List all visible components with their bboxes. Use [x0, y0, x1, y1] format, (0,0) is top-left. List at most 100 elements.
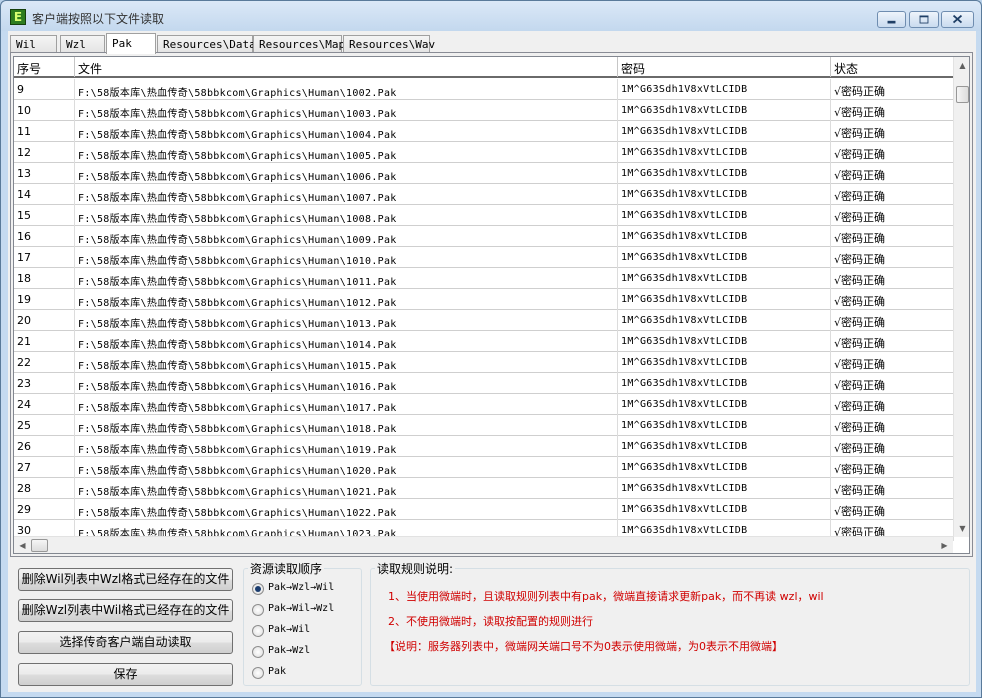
- row-index-cell: 17: [14, 247, 75, 268]
- row-status-cell: √密码正确: [831, 478, 954, 499]
- maximize-button[interactable]: [909, 11, 939, 28]
- table-row[interactable]: 20 F:\58版本库\热血传奇\58bbkcom\Graphics\Human\…: [14, 310, 954, 331]
- minimize-icon: [887, 20, 896, 24]
- minimize-button[interactable]: [877, 11, 906, 28]
- row-password-cell: 1M^G63Sdh1V8xVtLCIDB: [618, 352, 831, 373]
- row-file-cell: F:\58版本库\热血传奇\58bbkcom\Graphics\Human\10…: [75, 331, 618, 352]
- table-row[interactable]: 10 F:\58版本库\热血传奇\58bbkcom\Graphics\Human\…: [14, 100, 954, 121]
- scroll-up-icon[interactable]: ▲: [954, 57, 969, 74]
- row-password-cell: 1M^G63Sdh1V8xVtLCIDB: [618, 205, 831, 226]
- radio-button[interactable]: [252, 625, 264, 637]
- table-row[interactable]: 17 F:\58版本库\热血传奇\58bbkcom\Graphics\Human\…: [14, 247, 954, 268]
- row-status-cell: √密码正确: [831, 373, 954, 394]
- scroll-down-icon[interactable]: ▼: [954, 520, 969, 537]
- table-row[interactable]: 26 F:\58版本库\热血传奇\58bbkcom\Graphics\Human\…: [14, 436, 954, 457]
- row-index-cell: 29: [14, 499, 75, 520]
- radio-button[interactable]: [252, 583, 264, 595]
- row-password-cell: 1M^G63Sdh1V8xVtLCIDB: [618, 415, 831, 436]
- row-index-cell: 15: [14, 205, 75, 226]
- table-row[interactable]: 24 F:\58版本库\热血传奇\58bbkcom\Graphics\Human\…: [14, 394, 954, 415]
- radio-button[interactable]: [252, 604, 264, 616]
- table-row[interactable]: 21 F:\58版本库\热血传奇\58bbkcom\Graphics\Human\…: [14, 331, 954, 352]
- table-row[interactable]: 23 F:\58版本库\热血传奇\58bbkcom\Graphics\Human\…: [14, 373, 954, 394]
- column-header-status[interactable]: 状态: [831, 57, 954, 77]
- row-status-cell: √密码正确: [831, 310, 954, 331]
- column-header-index[interactable]: 序号: [14, 57, 75, 77]
- tab-wil[interactable]: Wil: [10, 35, 57, 53]
- maximize-icon: [919, 15, 929, 24]
- table-row[interactable]: 15 F:\58版本库\热血传奇\58bbkcom\Graphics\Human\…: [14, 205, 954, 226]
- row-password-cell: 1M^G63Sdh1V8xVtLCIDB: [618, 163, 831, 184]
- table-row[interactable]: 27 F:\58版本库\热血传奇\58bbkcom\Graphics\Human\…: [14, 457, 954, 478]
- row-index-cell: 24: [14, 394, 75, 415]
- vertical-scroll-thumb[interactable]: [956, 86, 969, 103]
- table-row[interactable]: 12 F:\58版本库\热血传奇\58bbkcom\Graphics\Human\…: [14, 142, 954, 163]
- table-row[interactable]: 13 F:\58版本库\热血传奇\58bbkcom\Graphics\Human\…: [14, 163, 954, 184]
- row-file-cell: F:\58版本库\热血传奇\58bbkcom\Graphics\Human\10…: [75, 100, 618, 121]
- save-button[interactable]: 保存: [18, 663, 233, 686]
- order-option-label: Pak→Wil: [268, 624, 311, 635]
- table-row[interactable]: 9 F:\58版本库\热血传奇\58bbkcom\Graphics\Human\1…: [14, 79, 954, 100]
- row-file-cell: F:\58版本库\热血传奇\58bbkcom\Graphics\Human\10…: [75, 142, 618, 163]
- tab-pak[interactable]: Pak: [106, 33, 156, 54]
- table-row[interactable]: 14 F:\58版本库\热血传奇\58bbkcom\Graphics\Human\…: [14, 184, 954, 205]
- tab-resources-map[interactable]: Resources\Map: [253, 35, 345, 53]
- resource-order-title: 资源读取顺序: [248, 560, 325, 577]
- row-password-cell: 1M^G63Sdh1V8xVtLCIDB: [618, 268, 831, 289]
- row-index-cell: 22: [14, 352, 75, 373]
- window-title: 客户端按照以下文件读取: [32, 12, 165, 26]
- row-password-cell: 1M^G63Sdh1V8xVtLCIDB: [618, 499, 831, 520]
- radio-button[interactable]: [252, 646, 264, 658]
- row-file-cell: F:\58版本库\热血传奇\58bbkcom\Graphics\Human\10…: [75, 499, 618, 520]
- row-password-cell: 1M^G63Sdh1V8xVtLCIDB: [618, 478, 831, 499]
- scroll-left-icon[interactable]: ◀: [14, 537, 31, 553]
- table-row[interactable]: 11 F:\58版本库\热血传奇\58bbkcom\Graphics\Human\…: [14, 121, 954, 142]
- grid-header: 序号 文件 密码 状态: [14, 57, 954, 78]
- row-password-cell: 1M^G63Sdh1V8xVtLCIDB: [618, 184, 831, 205]
- column-header-file[interactable]: 文件: [75, 57, 618, 77]
- client-area: Wil Wzl Pak Resources\Data Resources\Map…: [8, 31, 976, 692]
- close-button[interactable]: [941, 11, 974, 28]
- table-row[interactable]: 19 F:\58版本库\热血传奇\58bbkcom\Graphics\Human\…: [14, 289, 954, 310]
- row-index-cell: 19: [14, 289, 75, 310]
- delete-wil-duplicates-button[interactable]: 删除Wil列表中Wzl格式已经存在的文件: [18, 568, 233, 591]
- row-status-cell: √密码正确: [831, 457, 954, 478]
- row-password-cell: 1M^G63Sdh1V8xVtLCIDB: [618, 79, 831, 100]
- rule-line-1: 1、当使用微端时，且读取规则列表中有pak，微端直接请求更新pak，而不再读 w…: [388, 590, 824, 603]
- vertical-scrollbar[interactable]: ▲ ▼: [953, 57, 969, 537]
- horizontal-scrollbar[interactable]: ◀ ▶: [14, 536, 953, 553]
- table-row[interactable]: 16 F:\58版本库\热血传奇\58bbkcom\Graphics\Human\…: [14, 226, 954, 247]
- table-row[interactable]: 22 F:\58版本库\热血传奇\58bbkcom\Graphics\Human\…: [14, 352, 954, 373]
- column-header-password[interactable]: 密码: [618, 57, 831, 77]
- row-index-cell: 14: [14, 184, 75, 205]
- rules-title: 读取规则说明:: [375, 560, 456, 577]
- order-option-label: Pak→Wil→Wzl: [268, 603, 335, 614]
- row-file-cell: F:\58版本库\热血传奇\58bbkcom\Graphics\Human\10…: [75, 289, 618, 310]
- close-icon: [952, 14, 963, 24]
- table-row[interactable]: 28 F:\58版本库\热血传奇\58bbkcom\Graphics\Human\…: [14, 478, 954, 499]
- tab-resources-wav[interactable]: Resources\Wav: [343, 35, 435, 53]
- title-bar[interactable]: E 客户端按照以下文件读取: [1, 1, 981, 31]
- radio-button[interactable]: [252, 667, 264, 679]
- scroll-right-icon[interactable]: ▶: [936, 537, 953, 553]
- row-file-cell: F:\58版本库\热血传奇\58bbkcom\Graphics\Human\10…: [75, 268, 618, 289]
- table-row[interactable]: 18 F:\58版本库\热血传奇\58bbkcom\Graphics\Human\…: [14, 268, 954, 289]
- row-status-cell: √密码正确: [831, 436, 954, 457]
- row-file-cell: F:\58版本库\热血传奇\58bbkcom\Graphics\Human\10…: [75, 415, 618, 436]
- delete-wzl-duplicates-button[interactable]: 删除Wzl列表中Wil格式已经存在的文件: [18, 599, 233, 622]
- table-row[interactable]: 25 F:\58版本库\热血传奇\58bbkcom\Graphics\Human\…: [14, 415, 954, 436]
- row-file-cell: F:\58版本库\热血传奇\58bbkcom\Graphics\Human\10…: [75, 205, 618, 226]
- tab-resources-data[interactable]: Resources\Data: [157, 35, 256, 53]
- table-row[interactable]: 29 F:\58版本库\热血传奇\58bbkcom\Graphics\Human\…: [14, 499, 954, 520]
- row-index-cell: 25: [14, 415, 75, 436]
- grid-rows: 9 F:\58版本库\热血传奇\58bbkcom\Graphics\Human\1…: [14, 79, 954, 541]
- row-status-cell: √密码正确: [831, 121, 954, 142]
- row-status-cell: √密码正确: [831, 352, 954, 373]
- horizontal-scroll-thumb[interactable]: [31, 539, 48, 552]
- row-file-cell: F:\58版本库\热血传奇\58bbkcom\Graphics\Human\10…: [75, 436, 618, 457]
- auto-read-client-button[interactable]: 选择传奇客户端自动读取: [18, 631, 233, 654]
- row-file-cell: F:\58版本库\热血传奇\58bbkcom\Graphics\Human\10…: [75, 457, 618, 478]
- row-status-cell: √密码正确: [831, 205, 954, 226]
- tab-wzl[interactable]: Wzl: [60, 35, 105, 53]
- row-password-cell: 1M^G63Sdh1V8xVtLCIDB: [618, 331, 831, 352]
